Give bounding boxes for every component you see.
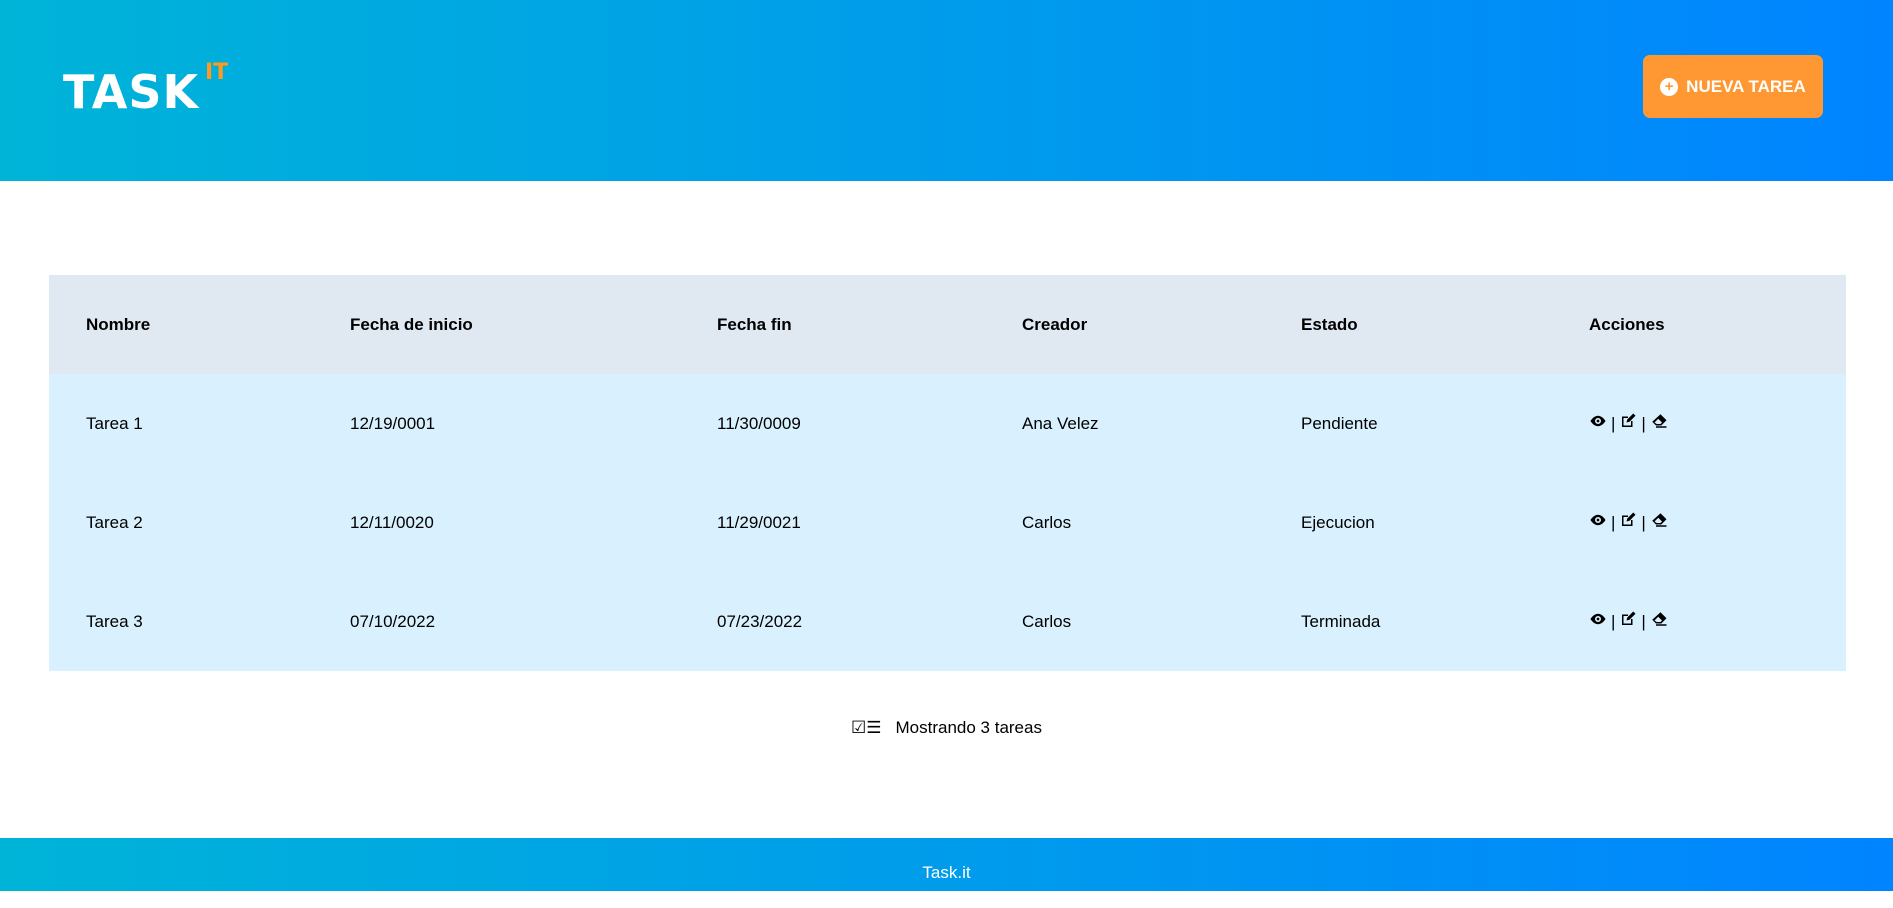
checklist-icon: ☑☰ — [851, 718, 882, 737]
separator: | — [1641, 512, 1646, 532]
actions: | | — [1589, 374, 1846, 473]
new-task-button[interactable]: + NUEVA TAREA — [1643, 55, 1823, 118]
footer: Task.it — [0, 838, 1893, 891]
end-date: 11/30/0009 — [717, 374, 1022, 473]
col-fecha-inicio: Fecha de inicio — [350, 275, 717, 374]
col-fecha-fin: Fecha fin — [717, 275, 1022, 374]
footer-text: Task.it — [922, 863, 971, 882]
new-task-label: NUEVA TAREA — [1686, 76, 1806, 96]
plus-circle-icon: + — [1660, 77, 1679, 96]
task-name: Tarea 3 — [49, 572, 350, 671]
actions: | | — [1589, 572, 1846, 671]
separator: | — [1611, 611, 1616, 631]
table-row: Tarea 2 12/11/0020 11/29/0021 Carlos Ejecuci… — [49, 473, 1846, 572]
task-count: ☑☰ Mostrando 3 tareas — [0, 718, 1893, 738]
task-count-text: Mostrando 3 tareas — [895, 718, 1042, 737]
creator: Ana Velez — [1022, 374, 1301, 473]
task-name: Tarea 1 — [49, 374, 350, 473]
separator: | — [1641, 413, 1646, 433]
col-estado: Estado — [1301, 275, 1589, 374]
edit-icon[interactable] — [1619, 412, 1637, 435]
status: Ejecucion — [1301, 473, 1589, 572]
logo-sup: IT — [205, 60, 229, 85]
tasks-table: Nombre Fecha de inicio Fecha fin Creador… — [49, 275, 1846, 671]
logo-text: TASK — [63, 65, 200, 119]
separator: | — [1641, 611, 1646, 631]
creator: Carlos — [1022, 572, 1301, 671]
end-date: 07/23/2022 — [717, 572, 1022, 671]
end-date: 11/29/0021 — [717, 473, 1022, 572]
delete-eraser-icon[interactable] — [1650, 610, 1668, 633]
actions: | | — [1589, 473, 1846, 572]
task-name: Tarea 2 — [49, 473, 350, 572]
col-nombre: Nombre — [49, 275, 350, 374]
start-date: 07/10/2022 — [350, 572, 717, 671]
delete-eraser-icon[interactable] — [1650, 511, 1668, 534]
delete-eraser-icon[interactable] — [1650, 412, 1668, 435]
view-icon[interactable] — [1589, 511, 1607, 534]
start-date: 12/19/0001 — [350, 374, 717, 473]
status: Terminada — [1301, 572, 1589, 671]
table-row: Tarea 3 07/10/2022 07/23/2022 Carlos Termina… — [49, 572, 1846, 671]
header: TASK IT + NUEVA TAREA — [0, 0, 1893, 181]
edit-icon[interactable] — [1619, 610, 1637, 633]
separator: | — [1611, 512, 1616, 532]
edit-icon[interactable] — [1619, 511, 1637, 534]
creator: Carlos — [1022, 473, 1301, 572]
view-icon[interactable] — [1589, 412, 1607, 435]
status: Pendiente — [1301, 374, 1589, 473]
logo[interactable]: TASK IT — [63, 60, 243, 120]
col-acciones: Acciones — [1589, 275, 1846, 374]
start-date: 12/11/0020 — [350, 473, 717, 572]
col-creador: Creador — [1022, 275, 1301, 374]
view-icon[interactable] — [1589, 610, 1607, 633]
table-row: Tarea 1 12/19/0001 11/30/0009 Ana Velez Pend… — [49, 374, 1846, 473]
separator: | — [1611, 413, 1616, 433]
